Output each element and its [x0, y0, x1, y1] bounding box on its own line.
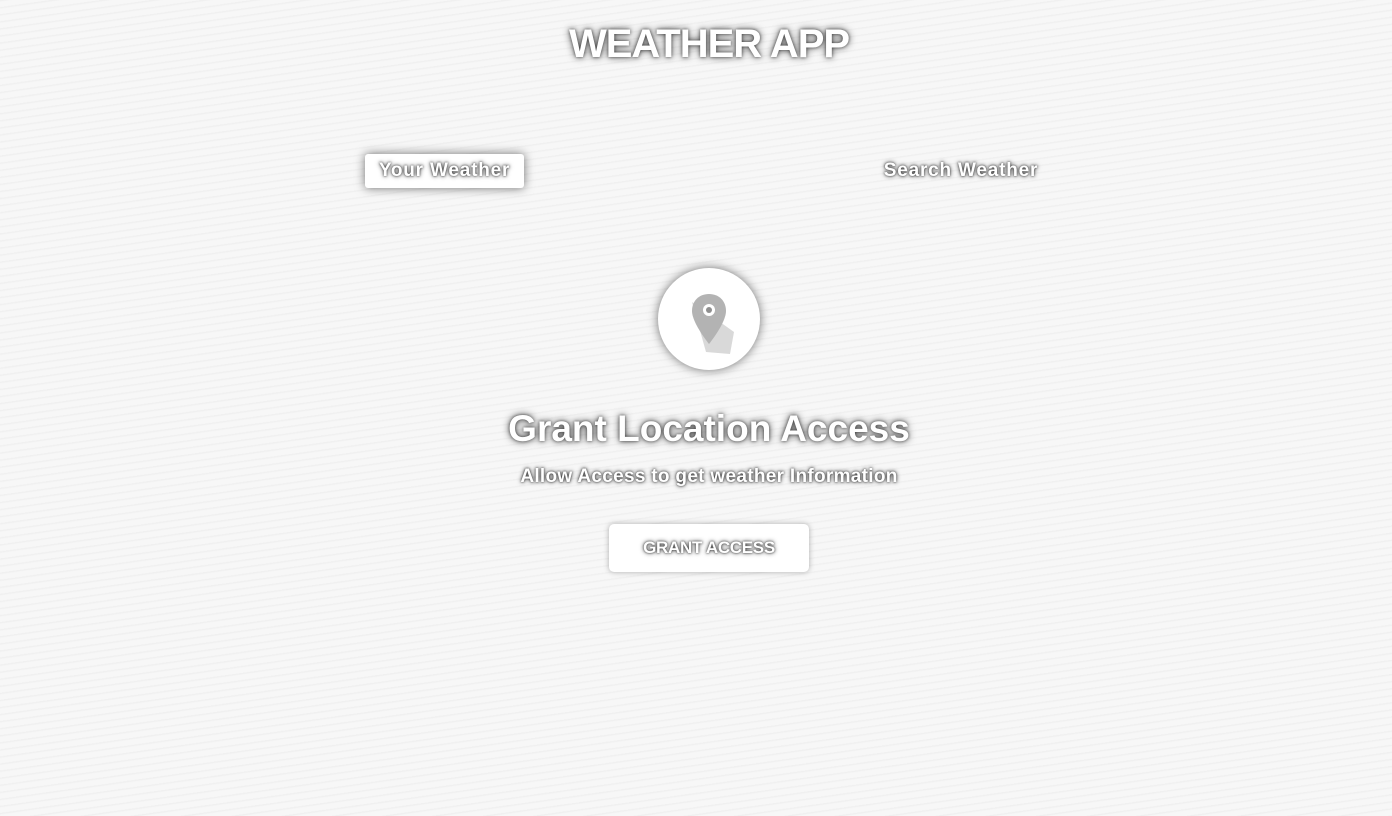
location-pin-icon — [692, 294, 734, 354]
grant-location-subtitle: Allow Access to get weather Information — [520, 466, 898, 487]
location-icon-container — [658, 268, 760, 370]
tab-search-weather[interactable]: Search Weather — [873, 154, 1049, 188]
grant-access-button[interactable]: GRANT ACCESS — [609, 524, 809, 572]
grant-location-title: Grant Location Access — [508, 408, 910, 449]
app-title: WEATHER APP — [568, 22, 850, 66]
tab-your-weather[interactable]: Your Weather — [365, 154, 524, 188]
